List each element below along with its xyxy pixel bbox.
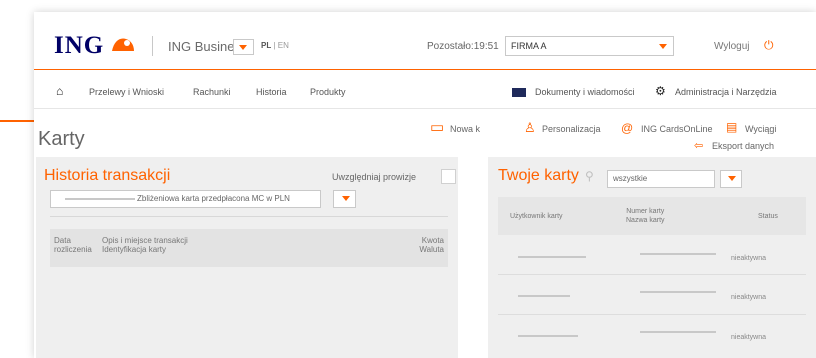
card-select[interactable]: Zbliżeniowa karta przedpłacona MC w PLN — [50, 190, 321, 208]
nav-transfers[interactable]: Przelewy i Wnioski — [89, 87, 164, 97]
app-window: ING ING Business PL | EN Pozostało:19:51… — [34, 12, 816, 358]
card-row[interactable]: nieaktywna — [498, 235, 806, 275]
language-switch[interactable]: PL | EN — [261, 41, 289, 50]
statements-link[interactable]: Wyciągi — [745, 124, 776, 134]
cards-filter-select[interactable]: wszystkie — [607, 170, 715, 188]
company-select[interactable]: FIRMA A — [505, 36, 674, 56]
export-link[interactable]: Eksport danych — [712, 141, 774, 151]
col-description: Opis i miejsce transakcji Identyfikacja k… — [102, 236, 188, 254]
personalization-link[interactable]: Personalizacja — [542, 124, 601, 134]
cardsonline-link[interactable]: ING CardsOnLine — [641, 124, 713, 134]
power-icon[interactable]: ⏻ — [764, 38, 774, 53]
logout-link[interactable]: Wyloguj — [714, 41, 749, 52]
gear-icon: ⚙ — [655, 84, 666, 98]
card-row[interactable]: nieaktywna — [498, 315, 806, 355]
chevron-down-icon — [728, 176, 736, 181]
nav-documents[interactable]: Dokumenty i wiadomości — [535, 87, 635, 97]
col-card-number: Numer karty Nazwa karty — [626, 208, 665, 224]
nav-history[interactable]: Historia — [256, 87, 287, 97]
include-fees-label: Uwzględniaj prowizje — [332, 172, 417, 182]
card-number-redacted — [640, 253, 716, 255]
lion-logo-icon — [112, 38, 134, 51]
nav-products[interactable]: Produkty — [310, 87, 346, 97]
card-select-toggle[interactable] — [333, 190, 356, 208]
history-title: Historia transakcji — [44, 167, 171, 184]
col-amount: Kwota Waluta — [419, 236, 444, 254]
card-status: nieaktywna — [731, 334, 767, 341]
history-table-header: Data rozliczenia Opis i miejsce transakcj… — [50, 229, 448, 267]
col-card-user: Użytkownik karty — [510, 213, 563, 220]
card-status: nieaktywna — [731, 255, 767, 262]
cards-table-header: Użytkownik karty Numer karty Nazwa karty … — [498, 197, 806, 235]
header-accent-line — [34, 69, 816, 70]
chevron-down-icon — [342, 196, 350, 201]
card-status: nieaktywna — [731, 294, 767, 301]
card-number-redacted — [640, 291, 716, 293]
person-icon: ♙ — [524, 120, 536, 135]
card-user-redacted — [518, 335, 578, 337]
export-icon: ⇦ — [694, 140, 704, 152]
new-card-link[interactable]: Nowa k — [450, 124, 480, 134]
col-status: Status — [758, 213, 778, 220]
card-number-redacted — [65, 198, 135, 200]
ing-logo: ING — [54, 32, 105, 59]
header-divider — [152, 36, 153, 56]
document-icon: ▤ — [726, 120, 738, 134]
cards-title: Twoje karty — [498, 167, 579, 184]
card-user-redacted — [518, 256, 586, 258]
lang-en[interactable]: EN — [278, 41, 289, 50]
new-card-icon: ▭ — [430, 119, 445, 136]
nav-divider — [34, 108, 816, 109]
chevron-down-icon — [239, 45, 247, 50]
lang-pl[interactable]: PL — [261, 41, 271, 50]
include-fees-checkbox[interactable] — [441, 169, 456, 184]
transaction-history-panel: Historia transakcji Uwzględniaj prowizje… — [36, 157, 458, 358]
page-title: Karty — [38, 128, 85, 150]
at-sign-icon: @ — [621, 121, 634, 135]
cards-filter-toggle[interactable] — [720, 170, 742, 188]
history-divider — [50, 216, 448, 217]
card-row[interactable]: nieaktywna — [498, 275, 806, 315]
envelope-icon — [512, 88, 526, 97]
card-number-redacted — [640, 331, 716, 333]
card-user-redacted — [518, 295, 570, 297]
nav-admin[interactable]: Administracja i Narzędzia — [675, 87, 777, 97]
search-icon[interactable]: ⚲ — [585, 169, 594, 183]
your-cards-panel: Twoje karty ⚲ wszystkie Użytkownik karty… — [488, 157, 816, 358]
session-timer: Pozostało:19:51 — [427, 41, 499, 52]
nav-accounts[interactable]: Rachunki — [193, 87, 231, 97]
home-icon[interactable]: ⌂ — [56, 84, 63, 98]
col-date: Data rozliczenia — [54, 236, 92, 254]
product-switch-dropdown[interactable] — [233, 39, 254, 55]
chevron-down-icon — [659, 44, 667, 49]
